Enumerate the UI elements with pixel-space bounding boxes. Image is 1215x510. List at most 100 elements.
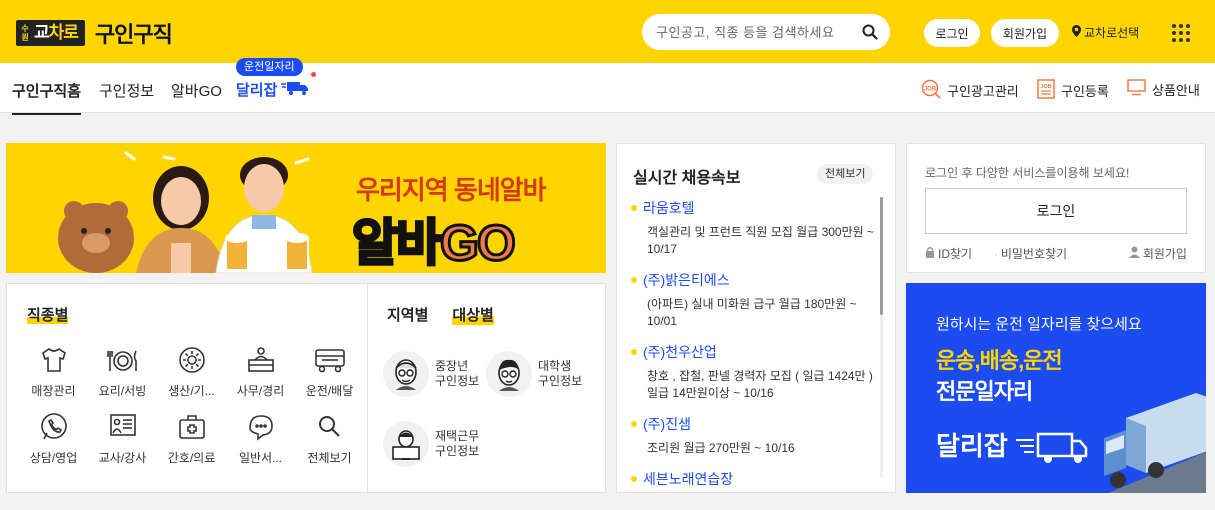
login-panel-button[interactable]: 로그인: [925, 188, 1187, 234]
monitor-icon: [1127, 79, 1146, 99]
target-item-remote[interactable]: 재택근무 구인정보: [383, 421, 479, 467]
driving-jobs-ad[interactable]: 원하시는 운전 일자리를 찾으세요 운송,배송,운전 전문일자리 달리잡: [906, 283, 1206, 493]
logo-mark: 수 원 교차로: [16, 20, 85, 46]
tab-home[interactable]: 구인구직홈: [12, 80, 82, 115]
panel-divider: [367, 284, 368, 494]
svg-text:JOB: JOB: [924, 87, 937, 93]
tab-job-info[interactable]: 구인정보: [99, 80, 154, 101]
lock-icon: [925, 246, 935, 261]
top-header: 수 원 교차로 구인구직 로그인 회원가입 교차로선택: [0, 0, 1215, 63]
search-icon: [314, 411, 346, 443]
tab-region[interactable]: 지역별: [387, 304, 428, 325]
bullet-dot: [631, 205, 637, 211]
job-description: 창호 , 잡철, 판넬 경력자 모집 ( 일급 1424만 ) 일급 14만원이…: [647, 369, 873, 400]
product-info-link[interactable]: 상품안내: [1127, 79, 1200, 99]
realtime-jobs-list: 라움호텔 객실관리 및 프런트 직원 모집 월급 300만원 ~ 10/17 (…: [631, 198, 881, 492]
chat-icon: [245, 411, 277, 443]
banner-illustration: [58, 151, 313, 273]
target-item-student[interactable]: 대학생 구인정보: [486, 351, 582, 397]
login-links: ID찾기 · 비밀번호찾기 회원가입: [925, 245, 1187, 262]
search-icon[interactable]: [862, 24, 878, 40]
target-text: 재택근무 구인정보: [435, 429, 479, 459]
senior-avatar-icon: [383, 351, 429, 397]
target-text: 대학생 구인정보: [538, 359, 582, 389]
delivery-truck-icon: [281, 80, 309, 100]
company-link[interactable]: (주)천우산업: [631, 342, 881, 362]
target-item-senior[interactable]: 중장년 구인정보: [383, 351, 479, 397]
remote-work-avatar-icon: [383, 421, 429, 467]
news-scrollbar[interactable]: [880, 197, 883, 477]
job-register-link[interactable]: JOB 구인등록: [1037, 79, 1109, 102]
company-name: (주)진샘: [643, 416, 691, 432]
svg-text:JOB: JOB: [1040, 84, 1051, 90]
user-icon: [1128, 246, 1140, 261]
list-item[interactable]: 라움호텔 객실관리 및 프런트 직원 모집 월급 300만원 ~ 10/17: [631, 198, 881, 258]
signup-link[interactable]: 회원가입: [1128, 245, 1187, 262]
signup-button[interactable]: 회원가입: [991, 19, 1059, 47]
company-name: (주)천우산업: [643, 344, 717, 360]
tab-daliri-job[interactable]: 달리잡: [236, 79, 309, 100]
all-menu-icon[interactable]: [1172, 24, 1190, 42]
realtime-jobs-panel: 실시간 채용속보 전체보기 라움호텔 객실관리 및 프런트 직원 모집 월급 3…: [616, 143, 896, 493]
target-text: 중장년 구인정보: [435, 359, 479, 389]
new-dot: [311, 72, 316, 77]
tab-alba-go[interactable]: 알바GO: [171, 80, 222, 101]
login-button[interactable]: 로그인: [924, 19, 980, 47]
main-nav: 구인구직홈 구인정보 알바GO 운전일자리 달리잡 JOB 구인광고관리 JOB…: [0, 58, 1215, 115]
banner-brand-b: GO: [439, 214, 518, 273]
find-id-link[interactable]: ID찾기: [925, 245, 972, 262]
category-item[interactable]: 요리/서빙: [88, 344, 157, 399]
login-panel: 로그인 후 다양한 서비스를이용해 보세요! 로그인 ID찾기 · 비밀번호찾기…: [906, 143, 1206, 273]
dining-icon: [106, 344, 139, 376]
category-item[interactable]: 상담/영업: [19, 411, 88, 466]
company-link[interactable]: 세븐노래연습장: [631, 469, 881, 489]
category-item[interactable]: 생산/기...: [157, 344, 226, 399]
category-item[interactable]: 운전/배달: [295, 344, 364, 399]
category-label: 일반서...: [238, 451, 283, 465]
category-label: 전체보기: [307, 451, 352, 465]
category-panel: 직종별 매장관리 요리/서빙 생산/기... 사무/경리 운전/배달 상담/영업: [6, 283, 606, 494]
search-bar[interactable]: [642, 14, 890, 50]
truck-illustration: [1104, 393, 1206, 493]
target-line2: 구인정보: [435, 374, 480, 388]
bullet-dot: [631, 421, 637, 427]
job-description: 조리원 월급 270만원 ~ 10/16: [647, 441, 795, 455]
category-label: 요리/서빙: [98, 384, 147, 398]
company-name: 세븐노래연습장: [643, 471, 734, 487]
logo-text: 교차로: [32, 22, 83, 44]
find-password-link[interactable]: · 비밀번호찾기: [994, 245, 1067, 262]
category-item[interactable]: 일반서...: [226, 411, 295, 466]
category-label: 매장관리: [31, 384, 76, 398]
category-label: 생산/기...: [168, 384, 215, 398]
scrollbar-thumb[interactable]: [880, 197, 883, 315]
category-item[interactable]: 매장관리: [19, 344, 88, 399]
category-item[interactable]: 전체보기: [295, 411, 364, 466]
ad-manage-label: 구인광고관리: [947, 84, 1019, 99]
list-item[interactable]: (주)밝은티에스 (아파트) 실내 미화원 급구 월급 180만원 ~ 10/0…: [631, 270, 881, 330]
list-item[interactable]: (주)진샘 조리원 월급 270만원 ~ 10/16: [631, 414, 881, 457]
list-item[interactable]: 세븐노래연습장: [631, 469, 881, 489]
category-item[interactable]: 교사/강사: [88, 411, 157, 466]
location-pin-icon: [1072, 25, 1081, 40]
company-link[interactable]: (주)밝은티에스: [631, 270, 881, 290]
view-all-button[interactable]: 전체보기: [817, 164, 874, 184]
company-link[interactable]: (주)진샘: [631, 414, 881, 434]
logo-city-char: 원: [21, 33, 29, 42]
category-label: 교사/강사: [98, 451, 147, 465]
category-item[interactable]: 간호/의료: [157, 411, 226, 466]
search-input[interactable]: [656, 24, 862, 40]
tab-target[interactable]: 대상별: [452, 304, 494, 325]
category-item[interactable]: 사무/경리: [226, 344, 295, 399]
company-link[interactable]: 라움호텔: [631, 198, 881, 218]
ad-manage-link[interactable]: JOB 구인광고관리: [921, 79, 1019, 102]
alba-go-banner[interactable]: 우리지역 동네알바 알바GO: [6, 143, 606, 273]
tab-daliri-label: 달리잡: [236, 82, 278, 99]
medical-kit-icon: [176, 411, 208, 443]
area-select[interactable]: 교차로선택: [1072, 24, 1139, 41]
target-line2: 구인정보: [538, 374, 583, 388]
ad-headline-1: 운송,배송,운전: [936, 348, 1063, 373]
site-logo[interactable]: 수 원 교차로 구인구직: [16, 20, 173, 47]
logo-text-a: 교: [34, 23, 50, 42]
category-label: 상담/영업: [29, 451, 78, 465]
list-item[interactable]: (주)천우산업 창호 , 잡철, 판넬 경력자 모집 ( 일급 1424만 ) …: [631, 342, 881, 402]
